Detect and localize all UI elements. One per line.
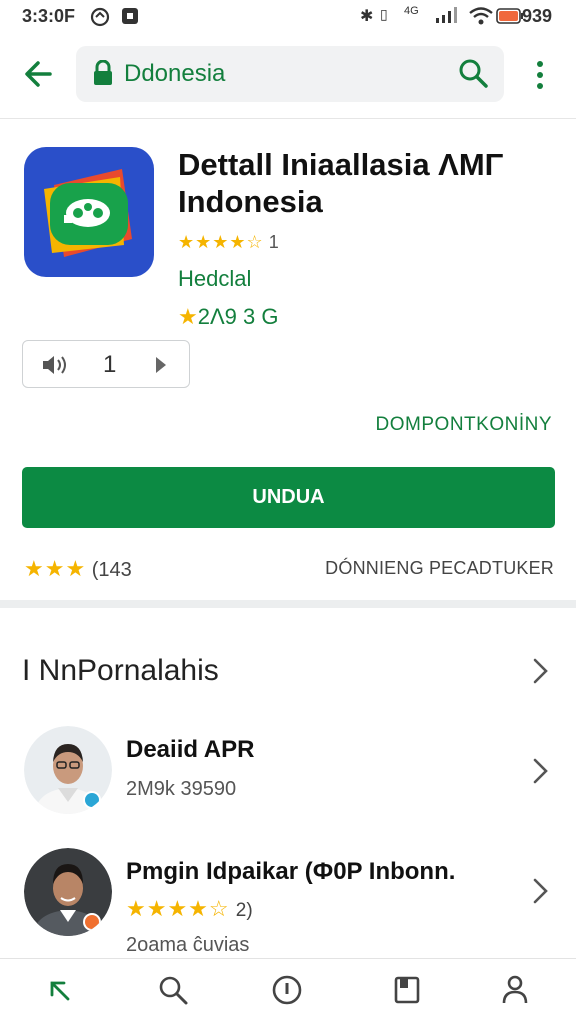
app-title-line2: Indonesia [178, 184, 323, 220]
back-arrow-icon[interactable] [20, 54, 60, 94]
list-item[interactable]: Deaiid APR 2M9k 39590 [0, 720, 576, 820]
bluetooth-icon: ✱ [360, 8, 374, 25]
app-title-line1: Dettall Iniaallasia ΛΜΓ [178, 147, 504, 182]
info-icon[interactable] [270, 973, 304, 1007]
search-field[interactable]: Ddonesia [76, 46, 504, 102]
star-rating-icon: ★★★★☆ [126, 896, 230, 921]
app-icon [24, 147, 154, 277]
chevron-right-icon[interactable] [530, 756, 552, 786]
more-options-icon[interactable] [528, 58, 552, 92]
search-query-text: Ddonesia [124, 60, 226, 87]
item-rating: ★★★★☆ 2) [126, 896, 253, 922]
quantity-value: 1 [103, 351, 117, 378]
search-icon[interactable] [156, 973, 190, 1007]
bottom-navigation [0, 958, 576, 1025]
volume-icon[interactable] [41, 353, 71, 377]
network-type-icon: 4G [404, 5, 419, 17]
compatibility-link[interactable]: DOMPONTKONİNY [376, 414, 552, 436]
top-app-bar: Ddonesia [0, 32, 576, 119]
app-notification-icon [122, 8, 138, 24]
back-arrow-icon[interactable] [42, 973, 76, 1007]
lock-icon [94, 60, 112, 85]
status-bar: 3:3:0F ✱ ▯ 4G 939 [0, 0, 576, 32]
app-meta: ★2Λ9 3 G [178, 304, 278, 330]
wifi-icon [469, 7, 493, 25]
app-meta-text: 2Λ9 3 G [197, 304, 279, 329]
rating-count: 1 [268, 232, 279, 252]
vibrate-icon: ▯ [380, 6, 388, 22]
chevron-right-icon[interactable] [530, 876, 552, 906]
publisher-link[interactable]: DÓNNIENG PECADTUKER [325, 558, 554, 579]
install-button[interactable]: UNDUA [22, 467, 555, 528]
sync-icon [90, 7, 110, 27]
battery-icon [496, 8, 523, 24]
bookmark-icon[interactable] [390, 973, 424, 1007]
review-summary: ★★★ (143 [24, 556, 132, 582]
app-title: Dettall Iniaallasia ΛΜΓ Indonesia [178, 146, 558, 220]
section-divider [0, 600, 576, 608]
list-item[interactable]: Pmgin Idpaikar (Ф0P Inbonn. ★★★★☆ 2) 2oa… [0, 846, 576, 956]
increase-arrow-icon[interactable] [151, 353, 171, 377]
account-icon[interactable] [498, 973, 532, 1007]
person-avatar-icon [24, 848, 112, 936]
status-time: 3:3:0F [22, 6, 76, 26]
battery-level: 939 [522, 6, 553, 26]
item-name: Pmgin Idpaikar (Ф0P Inbonn. [126, 858, 456, 885]
item-subtitle: 2M9k 39590 [126, 778, 237, 800]
star-rating-icon: ★★★★☆ [178, 232, 264, 252]
person-avatar-icon [24, 726, 112, 814]
developer-name[interactable]: Hedclal [178, 266, 251, 292]
star-icon: ★ [178, 304, 198, 329]
search-icon[interactable] [458, 58, 488, 88]
section-title[interactable]: I NnPornalahis [22, 654, 219, 688]
quantity-stepper[interactable]: 1 [22, 340, 190, 388]
cell-signal-icon [436, 7, 457, 23]
stars-icon: ★★★ [24, 556, 87, 581]
app-rating: ★★★★☆ 1 [178, 232, 279, 253]
item-subtitle: 2oama ĉuvias [126, 934, 250, 956]
item-rating-count: 2) [235, 900, 253, 921]
review-count: (143 [91, 559, 132, 581]
item-name: Deaiid APR [126, 736, 255, 763]
chevron-right-icon[interactable] [530, 656, 552, 686]
